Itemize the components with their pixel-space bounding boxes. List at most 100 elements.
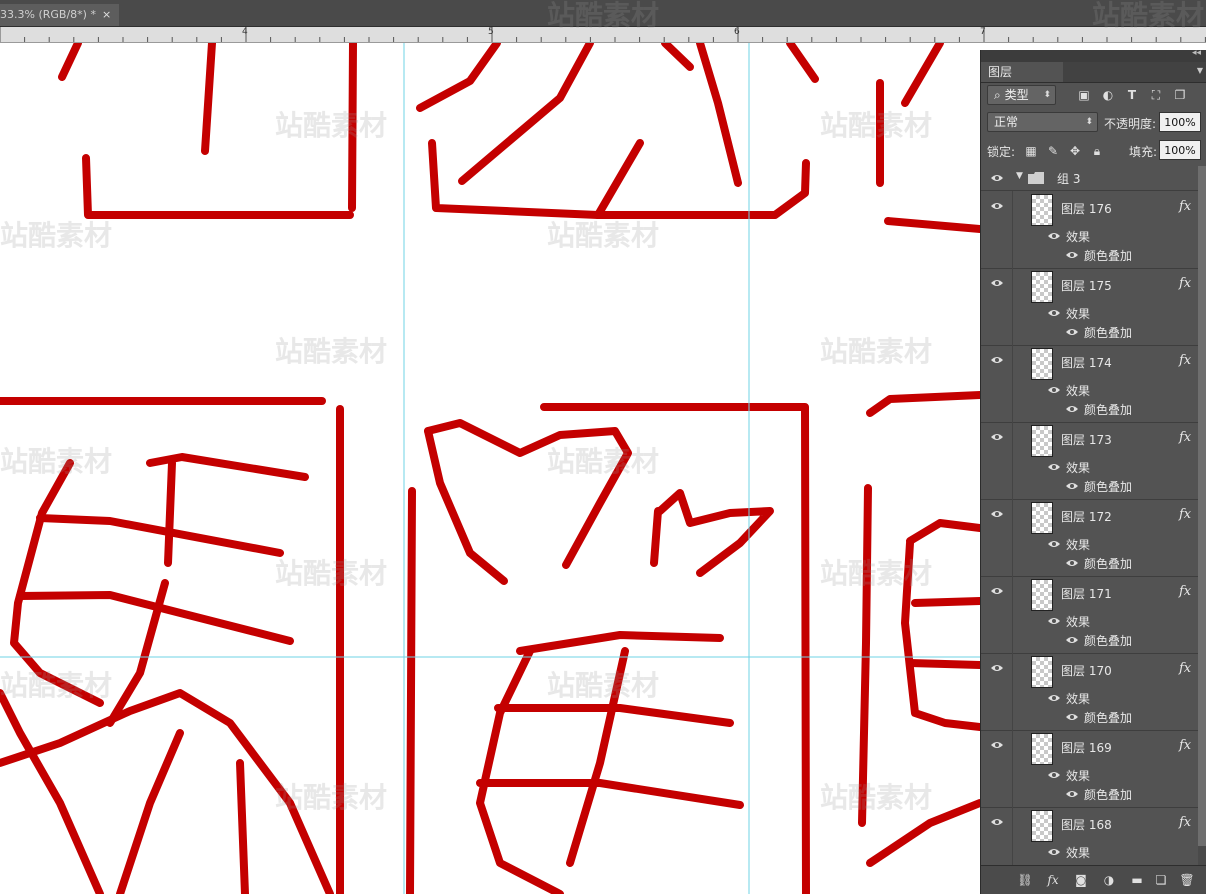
- layer-thumbnail[interactable]: [1031, 425, 1053, 457]
- fx-icon[interactable]: fx: [1179, 738, 1191, 753]
- type-filter-icon[interactable]: T: [1125, 88, 1139, 102]
- panel-menu-icon[interactable]: ▼: [1197, 66, 1203, 75]
- layer-thumbnail[interactable]: [1031, 348, 1053, 380]
- tab-layers-label: 图层: [988, 65, 1013, 79]
- shape-filter-icon[interactable]: ⛶: [1149, 88, 1163, 102]
- lock-paint-icon[interactable]: ✎: [1046, 144, 1060, 158]
- pixel-filter-icon[interactable]: ▣: [1077, 88, 1091, 102]
- smart-object-filter-icon[interactable]: ❐: [1173, 88, 1187, 102]
- effect-eye-icon[interactable]: [1065, 711, 1079, 723]
- layers-scrollbar[interactable]: [1198, 166, 1206, 866]
- layer-name[interactable]: 图层 171: [1061, 585, 1112, 602]
- layer-row[interactable]: 图层 172 fx 效果 颜色叠加: [981, 499, 1206, 577]
- effects-eye-icon[interactable]: [1047, 230, 1061, 242]
- layer-row[interactable]: 图层 171 fx 效果 颜色叠加: [981, 576, 1206, 654]
- document-tab[interactable]: 33.3% (RGB/8*) * ×: [0, 4, 120, 26]
- effect-eye-icon[interactable]: [1065, 249, 1079, 261]
- layer-thumbnail[interactable]: [1031, 810, 1053, 842]
- collapse-panel-icon[interactable]: ◂◂: [1192, 48, 1201, 58]
- effects-eye-icon[interactable]: [1047, 692, 1061, 704]
- layer-thumbnail[interactable]: [1031, 579, 1053, 611]
- close-tab-icon[interactable]: ×: [102, 8, 111, 21]
- tab-layers[interactable]: 图层: [981, 62, 1063, 82]
- eye-icon[interactable]: [990, 585, 1004, 597]
- new-adjustment-icon[interactable]: ◑: [1101, 872, 1117, 888]
- eye-icon[interactable]: [990, 354, 1004, 366]
- layer-name[interactable]: 图层 173: [1061, 431, 1112, 448]
- layer-name[interactable]: 图层 168: [1061, 816, 1112, 833]
- horizontal-ruler[interactable]: 4 5 6 7: [0, 27, 1206, 43]
- layer-row[interactable]: 图层 173 fx 效果 颜色叠加: [981, 422, 1206, 500]
- eye-icon[interactable]: [990, 200, 1004, 212]
- fx-icon[interactable]: fx: [1179, 815, 1191, 830]
- eye-icon[interactable]: [990, 172, 1004, 184]
- eye-icon[interactable]: [990, 816, 1004, 828]
- document-canvas[interactable]: [0, 43, 980, 894]
- expand-triangle-icon[interactable]: ▼: [1016, 171, 1023, 181]
- layer-thumbnail[interactable]: [1031, 271, 1053, 303]
- effect-eye-icon[interactable]: [1065, 634, 1079, 646]
- effects-eye-icon[interactable]: [1047, 461, 1061, 473]
- layer-row[interactable]: 图层 176 fx 效果 颜色叠加: [981, 191, 1206, 269]
- add-mask-icon[interactable]: ◙: [1073, 872, 1089, 888]
- fx-icon[interactable]: fx: [1179, 199, 1191, 214]
- fx-icon[interactable]: fx: [1179, 276, 1191, 291]
- fx-icon[interactable]: fx: [1179, 430, 1191, 445]
- layer-thumbnail[interactable]: [1031, 194, 1053, 226]
- effect-eye-icon[interactable]: [1065, 403, 1079, 415]
- fx-icon[interactable]: fx: [1179, 661, 1191, 676]
- eye-icon[interactable]: [990, 739, 1004, 751]
- blend-mode-dropdown[interactable]: 正常 ⬍: [987, 112, 1098, 132]
- layer-name[interactable]: 图层 170: [1061, 662, 1112, 679]
- layer-name[interactable]: 图层 169: [1061, 739, 1112, 756]
- fill-input[interactable]: 100%: [1159, 140, 1201, 160]
- layer-name[interactable]: 图层 174: [1061, 354, 1112, 371]
- new-group-icon[interactable]: ▬: [1129, 872, 1145, 888]
- new-layer-icon[interactable]: ❏: [1153, 872, 1169, 888]
- filter-type-dropdown[interactable]: ⌕ 类型 ⬍: [987, 85, 1056, 105]
- layer-thumbnail[interactable]: [1031, 656, 1053, 688]
- fx-icon[interactable]: fx: [1179, 353, 1191, 368]
- lock-transparency-icon[interactable]: ▦: [1024, 144, 1038, 158]
- effect-eye-icon[interactable]: [1065, 326, 1079, 338]
- lock-all-icon[interactable]: 🔒︎: [1090, 144, 1104, 158]
- effects-eye-icon[interactable]: [1047, 538, 1061, 550]
- link-layers-icon[interactable]: ⛓: [1017, 872, 1033, 888]
- layer-row[interactable]: 图层 169 fx 效果 颜色叠加: [981, 730, 1206, 808]
- effects-eye-icon[interactable]: [1047, 615, 1061, 627]
- document-tab-bar: 33.3% (RGB/8*) * ×: [0, 0, 1206, 27]
- adjustment-filter-icon[interactable]: ◐: [1101, 88, 1115, 102]
- delete-layer-icon[interactable]: 🗑︎: [1179, 872, 1195, 888]
- effect-eye-icon[interactable]: [1065, 788, 1079, 800]
- layer-row[interactable]: 图层 174 fx 效果 颜色叠加: [981, 345, 1206, 423]
- add-style-icon[interactable]: fx: [1045, 872, 1061, 888]
- layer-thumbnail[interactable]: [1031, 502, 1053, 534]
- color-overlay-label: 颜色叠加: [1084, 634, 1133, 648]
- lock-position-icon[interactable]: ✥: [1068, 144, 1082, 158]
- layer-thumbnail[interactable]: [1031, 733, 1053, 765]
- layer-row[interactable]: 图层 170 fx 效果 颜色叠加: [981, 653, 1206, 731]
- layer-group-row[interactable]: ▼ 组 3: [981, 166, 1206, 191]
- layer-name[interactable]: 图层 175: [1061, 277, 1112, 294]
- effects-eye-icon[interactable]: [1047, 384, 1061, 396]
- opacity-input[interactable]: 100%: [1159, 112, 1201, 132]
- scrollbar-thumb[interactable]: [1198, 166, 1206, 846]
- effects-eye-icon[interactable]: [1047, 307, 1061, 319]
- eye-icon[interactable]: [990, 277, 1004, 289]
- color-overlay-label: 颜色叠加: [1084, 403, 1133, 417]
- folder-icon: [1028, 172, 1044, 184]
- effects-eye-icon[interactable]: [1047, 846, 1061, 858]
- eye-icon[interactable]: [990, 662, 1004, 674]
- fx-icon[interactable]: fx: [1179, 507, 1191, 522]
- eye-icon[interactable]: [990, 431, 1004, 443]
- layer-row[interactable]: 图层 168 fx 效果: [981, 807, 1206, 866]
- layer-row[interactable]: 图层 175 fx 效果 颜色叠加: [981, 268, 1206, 346]
- effect-eye-icon[interactable]: [1065, 557, 1079, 569]
- effect-eye-icon[interactable]: [1065, 480, 1079, 492]
- eye-icon[interactable]: [990, 508, 1004, 520]
- effects-eye-icon[interactable]: [1047, 769, 1061, 781]
- layer-name[interactable]: 图层 172: [1061, 508, 1112, 525]
- layer-name[interactable]: 图层 176: [1061, 200, 1112, 217]
- fx-icon[interactable]: fx: [1179, 584, 1191, 599]
- effects-label: 效果: [1066, 307, 1091, 321]
